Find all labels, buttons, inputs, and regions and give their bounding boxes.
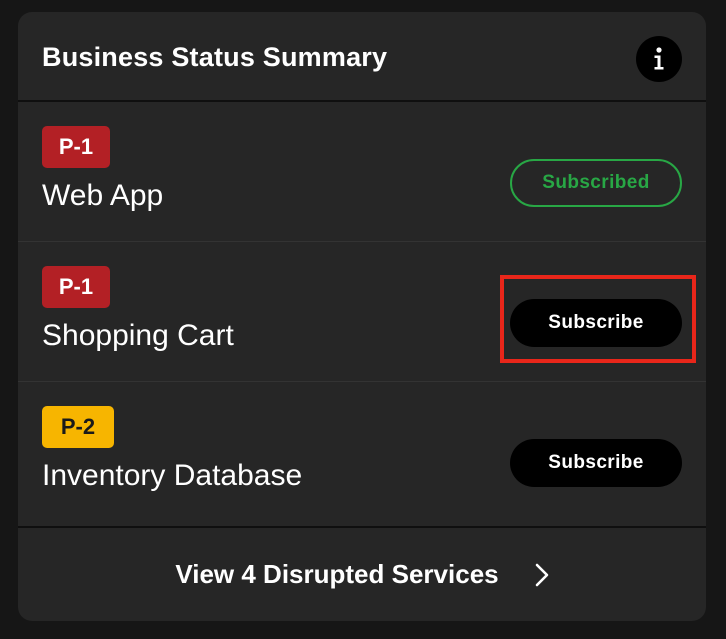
subscribe-button-inventory-database[interactable]: Subscribe	[510, 439, 682, 487]
priority-badge: P-1	[42, 126, 110, 168]
service-name: Web App	[42, 179, 164, 212]
footer-label: View 4 Disrupted Services	[175, 559, 499, 589]
service-row-web-app: P-1 Web App Subscribed	[18, 102, 706, 242]
subscribe-button-shopping-cart[interactable]: Subscribe	[510, 299, 682, 347]
service-name: Shopping Cart	[42, 319, 234, 352]
card-title: Business Status Summary	[42, 42, 388, 72]
info-icon	[654, 47, 664, 70]
service-row-inventory-database: P-2 Inventory Database Subscribe	[18, 382, 706, 528]
view-disrupted-services-link[interactable]: View 4 Disrupted Services	[18, 528, 706, 621]
service-row-shopping-cart: P-1 Shopping Cart Subscribe	[18, 242, 706, 382]
business-status-card: Business Status Summary P-1 Web App Subs…	[18, 12, 706, 621]
subscribed-button[interactable]: Subscribed	[510, 159, 682, 207]
card-header: Business Status Summary	[18, 12, 706, 102]
priority-badge: P-1	[42, 266, 110, 308]
info-button[interactable]	[636, 36, 682, 82]
service-name: Inventory Database	[42, 459, 303, 492]
priority-badge: P-2	[42, 406, 114, 448]
chevron-right-icon	[535, 563, 549, 587]
